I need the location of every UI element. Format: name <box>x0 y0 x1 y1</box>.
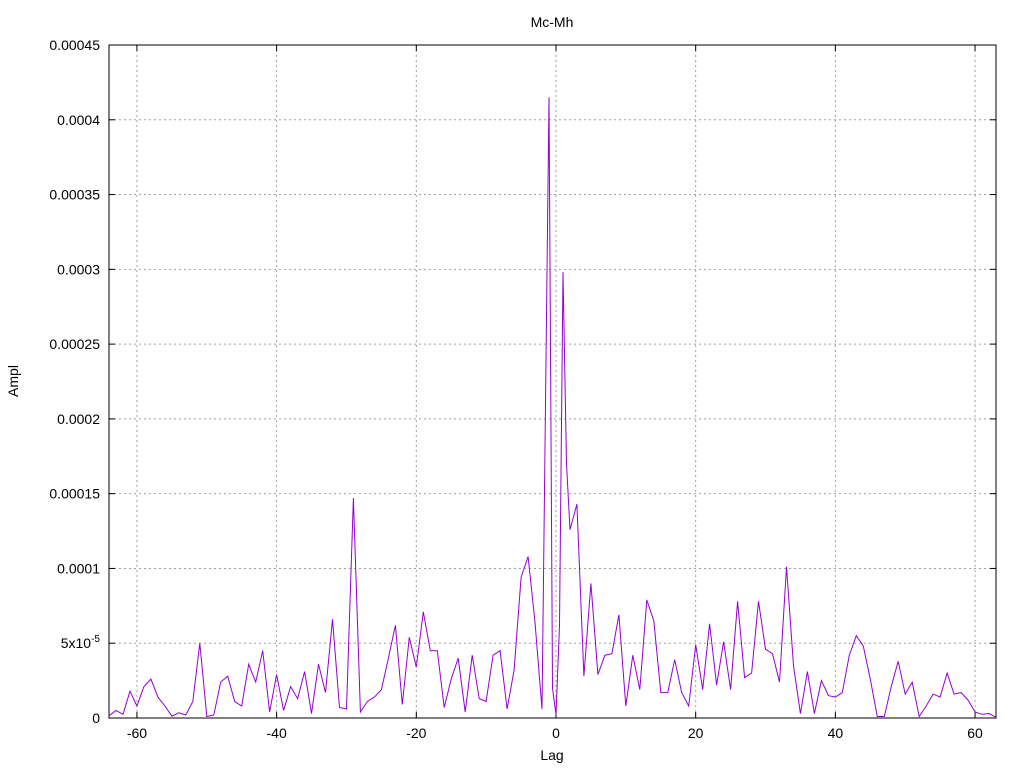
y-tick-label: 0.0002 <box>57 411 100 427</box>
x-tick-label: 20 <box>688 725 704 741</box>
x-tick-labels: -60 -40 -20 0 20 40 60 <box>127 725 983 741</box>
y-tick-label: 0 <box>92 710 100 726</box>
y-tick-label: 0.0003 <box>57 261 100 277</box>
x-tick-label: -20 <box>406 725 426 741</box>
chart: -60 -40 -20 0 20 40 60 0 5x10-5 0.0001 0.00015 0.0… <box>5 14 997 763</box>
chart-title: Mc-Mh <box>531 14 574 30</box>
y-tick-label: 0.00035 <box>49 187 100 203</box>
y-tick-label: 0.0001 <box>57 560 100 576</box>
y-tick-labels: 0 5x10-5 0.0001 0.00015 0.0002 0.00025 0.0003 0… <box>49 37 100 726</box>
series-line <box>108 97 997 718</box>
x-tick-label: -60 <box>127 725 147 741</box>
x-tick-label: 0 <box>552 725 560 741</box>
x-axis-label: Lag <box>540 747 563 763</box>
y-tick-label: 0.0004 <box>57 112 100 128</box>
y-tick-label: 5x10-5 <box>61 634 101 651</box>
x-tick-label: -40 <box>267 725 287 741</box>
y-tick-label: 0.00045 <box>49 37 100 53</box>
y-tick-label: 0.00025 <box>49 336 100 352</box>
y-axis-label: Ampl <box>5 365 21 397</box>
y-tick-label: 0.00015 <box>49 486 100 502</box>
x-tick-label: 60 <box>967 725 983 741</box>
x-tick-label: 40 <box>828 725 844 741</box>
